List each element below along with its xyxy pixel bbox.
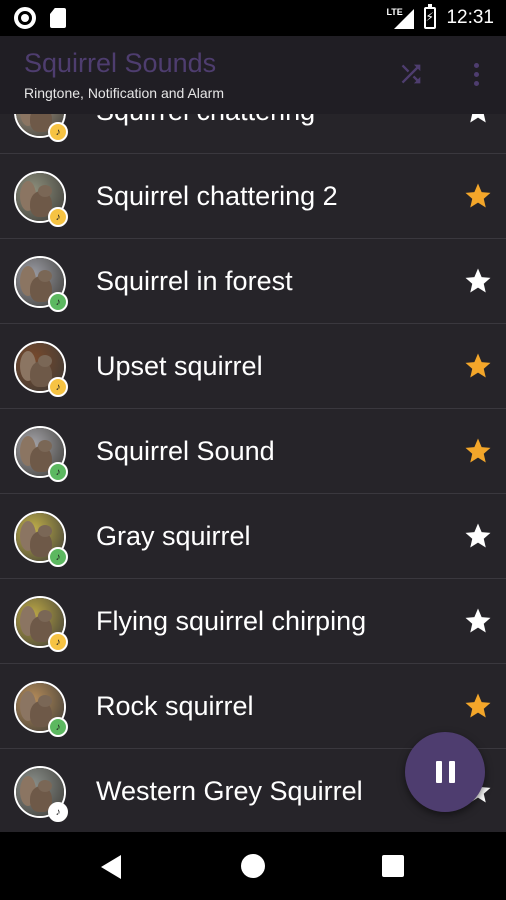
star-icon[interactable]: [463, 114, 493, 126]
list-item[interactable]: ♪ Squirrel chattering: [0, 114, 506, 154]
music-note-icon: ♪: [48, 632, 68, 652]
sound-title: Gray squirrel: [96, 521, 251, 551]
status-bar: LTE 12:31: [0, 0, 506, 36]
favorite-star-icon[interactable]: [463, 691, 493, 721]
recents-icon[interactable]: [382, 855, 404, 877]
music-note-icon: ♪: [48, 462, 68, 482]
sound-title: Squirrel chattering: [96, 114, 315, 127]
sound-title: Squirrel chattering 2: [96, 181, 338, 211]
list-item[interactable]: ♪ Gray squirrel: [0, 494, 506, 579]
music-note-icon: ♪: [48, 547, 68, 567]
music-note-icon: ♪: [48, 377, 68, 397]
record-icon: [14, 7, 36, 29]
pause-icon: [435, 761, 442, 783]
more-vertical-icon: [473, 62, 479, 68]
list-item[interactable]: ♪ Flying squirrel chirping: [0, 579, 506, 664]
list-item[interactable]: ♪ Upset squirrel: [0, 324, 506, 409]
shuffle-icon: [401, 64, 421, 84]
sound-title: Western Grey Squirrel: [96, 776, 363, 806]
battery-charging-icon: [424, 4, 437, 29]
music-note-icon: ♪: [48, 122, 68, 142]
star-icon[interactable]: [463, 521, 493, 551]
home-icon[interactable]: [241, 854, 265, 878]
app-title: Squirrel Sounds: [24, 48, 217, 78]
sd-card-icon: [50, 8, 66, 28]
sound-list-items: ♪ Squirrel chattering ♪ Squirrel chattering…: [0, 114, 506, 832]
clock: 12:31: [446, 7, 494, 28]
music-note-icon: ♪: [48, 717, 68, 737]
favorite-star-icon[interactable]: [463, 436, 493, 466]
app-bar: Squirrel Sounds Ringtone, Notification a…: [0, 36, 506, 114]
list-item[interactable]: ♪ Squirrel Sound: [0, 409, 506, 494]
sound-title: Squirrel in forest: [96, 266, 293, 296]
music-note-icon: ♪: [48, 207, 68, 227]
sound-title: Rock squirrel: [96, 691, 254, 721]
sound-title: Upset squirrel: [96, 351, 263, 381]
pause-button[interactable]: [405, 732, 485, 812]
sound-title: Squirrel Sound: [96, 436, 275, 466]
back-icon[interactable]: [101, 855, 121, 879]
music-note-icon: ♪: [48, 292, 68, 312]
more-options-button[interactable]: [462, 56, 490, 92]
sound-list[interactable]: ♪ Squirrel chattering ♪ Squirrel chattering…: [0, 114, 506, 832]
app-subtitle: Ringtone, Notification and Alarm: [24, 85, 224, 101]
signal-icon: LTE: [386, 7, 415, 29]
star-icon[interactable]: [463, 606, 493, 636]
star-icon[interactable]: [463, 266, 493, 296]
favorite-star-icon[interactable]: [463, 351, 493, 381]
music-note-icon: ♪: [48, 802, 68, 822]
sound-title: Flying squirrel chirping: [96, 606, 367, 636]
list-item[interactable]: ♪ Squirrel chattering 2: [0, 154, 506, 239]
list-item[interactable]: ♪ Squirrel in forest: [0, 239, 506, 324]
navigation-bar: [0, 832, 506, 900]
shuffle-button[interactable]: [390, 56, 432, 92]
favorite-star-icon[interactable]: [463, 181, 493, 211]
